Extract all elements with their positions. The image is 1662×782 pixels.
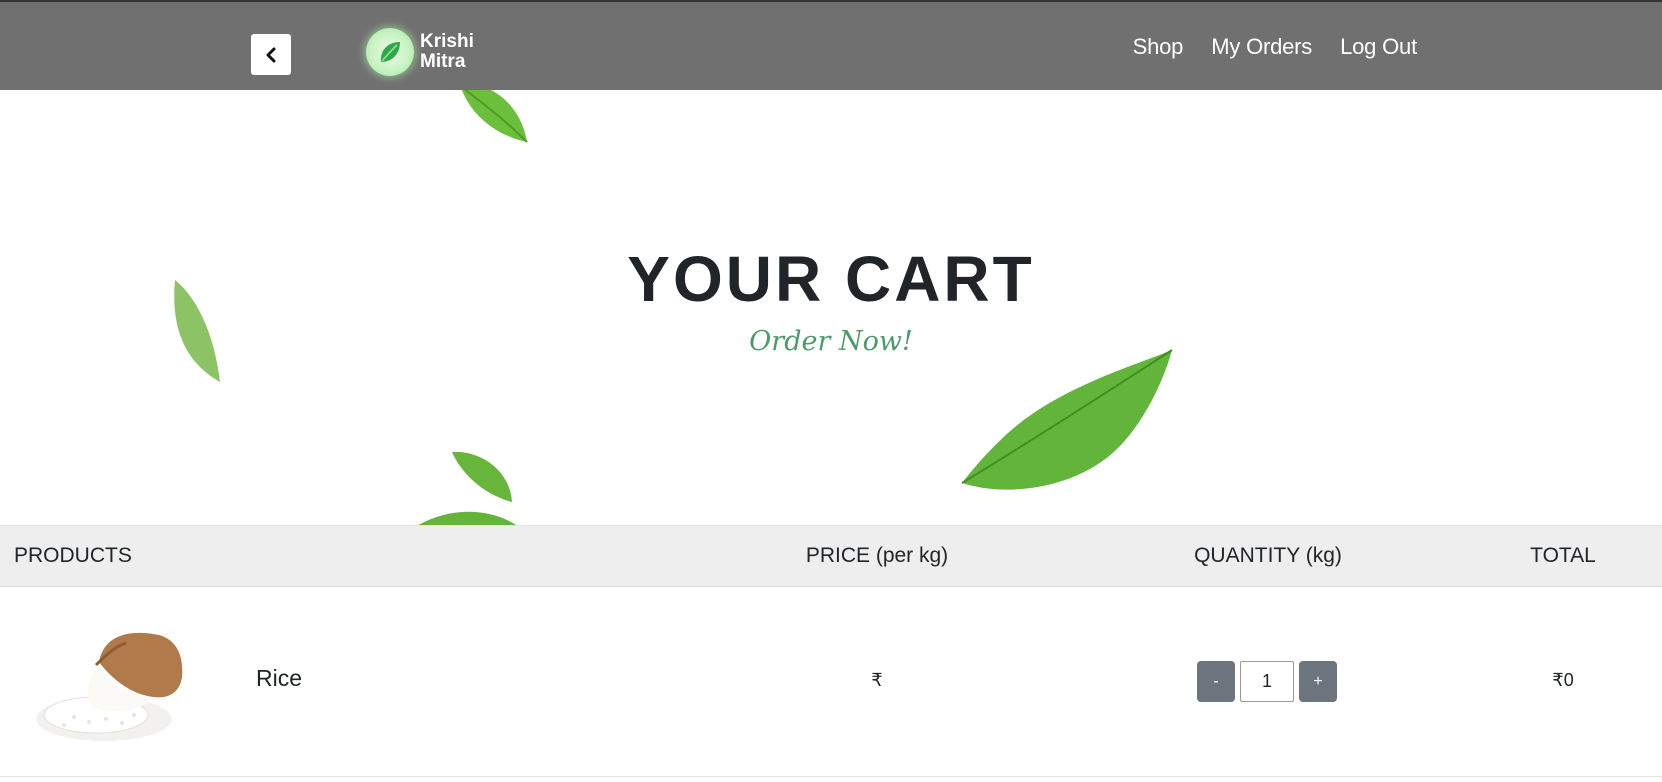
quantity-stepper: - + [1197, 661, 1337, 702]
leaf-decoration-icon [961, 349, 1173, 490]
product-total: ₹0 [1552, 670, 1574, 690]
rice-product-image [36, 632, 183, 741]
nav-links: Shop My Orders Log Out [1133, 34, 1418, 60]
nav-link-shop[interactable]: Shop [1133, 34, 1184, 60]
table-row: Rice ₹ - + ₹0 [0, 587, 1662, 777]
top-navbar: Krishi Mitra Shop My Orders Log Out [0, 0, 1662, 90]
product-price: ₹ [871, 670, 883, 690]
brand-name-line2: Mitra [420, 51, 466, 72]
page-title: YOUR CART [627, 243, 1035, 315]
leaf-decoration-icon [461, 90, 528, 143]
decrement-quantity-button[interactable]: - [1197, 661, 1235, 702]
leaf-decoration-icon [418, 511, 516, 525]
leaf-logo-icon [366, 28, 414, 76]
nav-link-log-out[interactable]: Log Out [1340, 34, 1417, 60]
cart-table-header: PRODUCTS PRICE (per kg) QUANTITY (kg) TO… [0, 525, 1662, 587]
column-header-total: TOTAL [1530, 544, 1596, 567]
increment-quantity-button[interactable]: + [1299, 661, 1337, 702]
chevron-left-icon [266, 47, 276, 62]
cart-hero: YOUR CART Order Now! [0, 90, 1662, 525]
nav-link-my-orders[interactable]: My Orders [1211, 34, 1312, 60]
column-header-products: PRODUCTS [14, 544, 132, 567]
column-header-price: PRICE (per kg) [805, 544, 949, 567]
brand-name-line1: Krishi [420, 31, 474, 52]
brand-logo[interactable]: Krishi Mitra [366, 28, 474, 76]
column-header-quantity: QUANTITY (kg) [1194, 544, 1342, 567]
brand-name: Krishi Mitra [420, 32, 474, 72]
quantity-input[interactable] [1240, 661, 1294, 702]
leaf-decoration-icon [452, 451, 512, 502]
back-button[interactable] [251, 34, 291, 75]
product-name: Rice [256, 665, 303, 691]
page-subtitle: Order Now! [749, 326, 913, 357]
